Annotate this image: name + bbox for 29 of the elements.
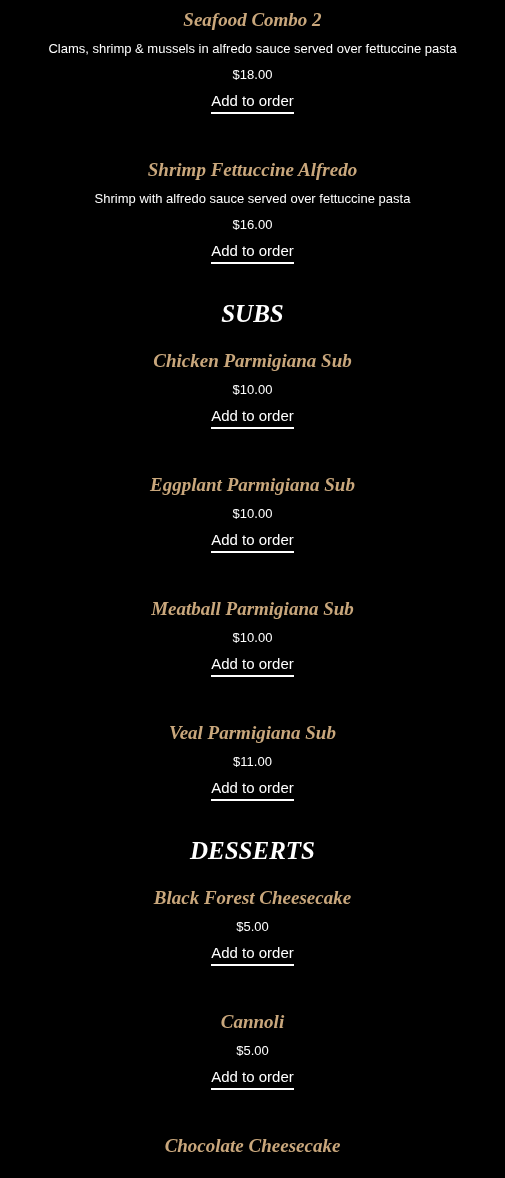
dish-name: Chocolate Cheesecake (164, 1134, 341, 1158)
dish-price: $18.00 (232, 66, 273, 84)
dish-price: $5.00 (236, 1042, 269, 1060)
dish-name: Meatball Parmigiana Sub (151, 597, 354, 621)
dish-name: Cannoli (220, 1010, 285, 1034)
dish-name: Seafood Combo 2 (183, 8, 322, 32)
dish-price: $10.00 (232, 381, 273, 399)
add-to-order-button[interactable]: Add to order (211, 944, 294, 966)
dish-name: Eggplant Parmigiana Sub (150, 473, 355, 497)
section-heading: SUBS (221, 299, 284, 329)
section-heading: DESSERTS (189, 836, 315, 866)
add-to-order-button[interactable]: Add to order (211, 92, 294, 114)
dish-description: Shrimp with alfredo sauce served over fettuccine pasta (94, 190, 411, 208)
dish-description: Clams, shrimp & mussels in alfredo sauce served over fettuccine pasta (48, 40, 457, 58)
dish-price: $16.00 (232, 216, 273, 234)
add-to-order-button[interactable]: Add to order (211, 655, 294, 677)
dish-price: $10.00 (232, 629, 273, 647)
dish-price: $10.00 (232, 505, 273, 523)
add-to-order-button[interactable]: Add to order (211, 407, 294, 429)
dish-name: Shrimp Fettuccine Alfredo (147, 158, 358, 182)
add-to-order-button[interactable]: Add to order (211, 242, 294, 264)
add-to-order-button[interactable]: Add to order (211, 531, 294, 553)
dish-price: $5.00 (236, 918, 269, 936)
add-to-order-button[interactable]: Add to order (211, 1068, 294, 1090)
dish-price: $11.00 (233, 753, 272, 771)
dish-name: Chicken Parmigiana Sub (153, 349, 352, 373)
add-to-order-button[interactable]: Add to order (211, 779, 294, 801)
dish-name: Veal Parmigiana Sub (169, 721, 336, 745)
dish-name: Black Forest Cheesecake (153, 886, 352, 910)
